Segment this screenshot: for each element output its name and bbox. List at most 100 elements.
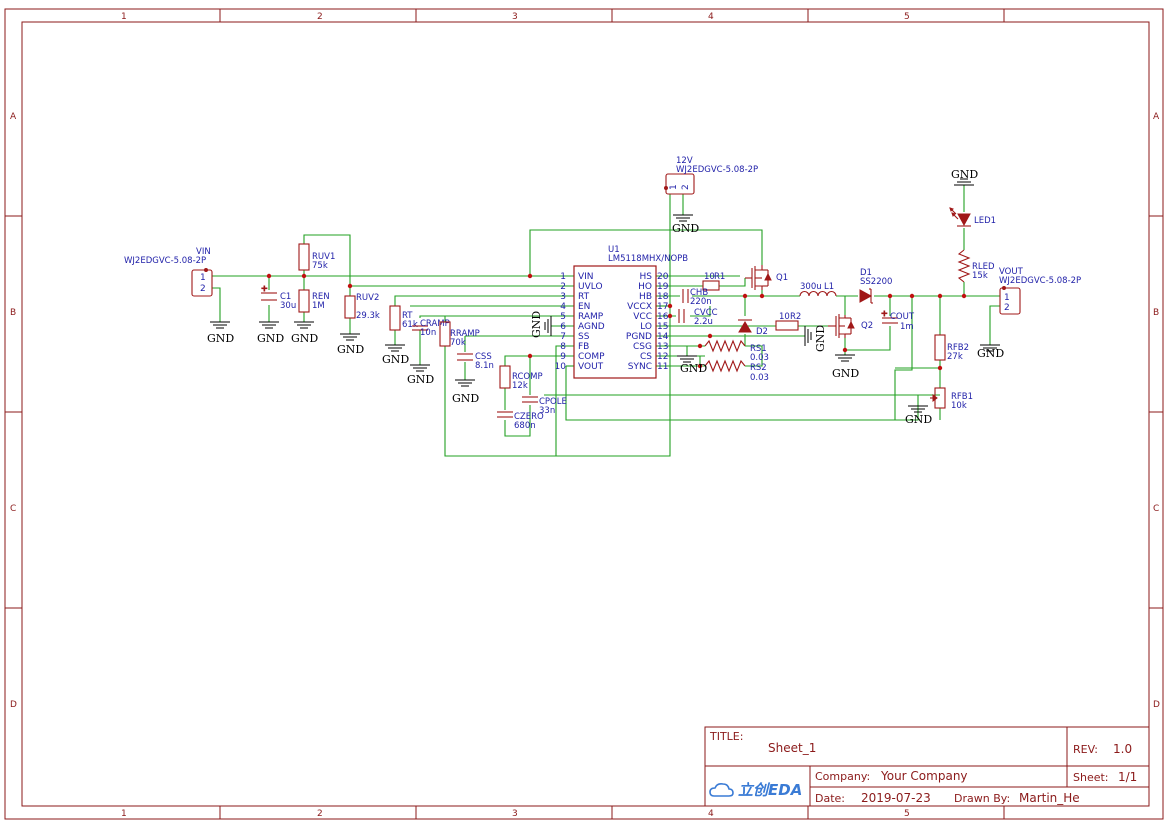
sheet-title: Sheet_1 [768, 741, 816, 755]
connector-vin: 1 2 VIN WJ2EDGVC-5.08-2P [124, 247, 213, 297]
col-label-top: 4 [708, 12, 714, 22]
svg-text:15: 15 [657, 322, 668, 332]
diode-d2: D2 [738, 319, 768, 337]
svg-text:RS2: RS2 [750, 363, 767, 373]
svg-text:1: 1 [560, 272, 566, 282]
svg-text:2: 2 [1004, 303, 1010, 313]
svg-text:VOUT: VOUT [578, 362, 604, 372]
drawn-by-value: Martin_He [1019, 791, 1080, 805]
svg-text:AGND: AGND [578, 322, 605, 332]
svg-text:3: 3 [560, 292, 566, 302]
svg-text:2: 2 [681, 184, 691, 190]
gnd-icon: GND [951, 168, 978, 186]
gnd-icon: GND [382, 344, 409, 366]
svg-text:19: 19 [657, 282, 669, 292]
svg-text:LO: LO [640, 322, 652, 332]
svg-text:GND: GND [905, 413, 932, 426]
svg-text:13: 13 [657, 342, 668, 352]
svg-text:GND: GND [832, 367, 859, 380]
sheet-value: 1/1 [1118, 770, 1137, 784]
col-label-bottom: 3 [512, 809, 518, 819]
connector-12v: 1 2 12V WJ2EDGVC-5.08-2P [664, 156, 758, 195]
gnd-icon: GND [672, 214, 699, 235]
svg-text:RUV2: RUV2 [356, 293, 379, 303]
gnd-icon: GND [257, 321, 284, 345]
drawn-by-label: Drawn By: [954, 792, 1010, 805]
svg-text:R2: R2 [790, 312, 801, 322]
svg-text:15k: 15k [972, 271, 988, 281]
svg-text:GND: GND [257, 332, 284, 345]
col-label-bottom: 4 [708, 809, 714, 819]
col-label-top: 3 [512, 12, 518, 22]
u1-pin-right: SYNC 11 [628, 362, 669, 372]
u1-pin-right: VCC 16 [633, 312, 668, 322]
sheet-label: Sheet: [1073, 771, 1109, 784]
company-label: Company: [815, 770, 870, 783]
svg-text:9: 9 [560, 352, 566, 362]
svg-text:GND: GND [207, 332, 234, 345]
svg-text:12: 12 [657, 352, 668, 362]
svg-text:SS: SS [578, 332, 590, 342]
svg-text:EN: EN [578, 302, 590, 312]
rev-label: REV: [1073, 743, 1098, 756]
svg-text:8: 8 [560, 342, 566, 352]
svg-text:75k: 75k [312, 261, 328, 271]
svg-text:10: 10 [779, 312, 790, 322]
mosfet-q2: Q2 [828, 314, 873, 338]
resistor-r2: 10 R2 [775, 312, 801, 331]
resistor-rs2: RS2 0.03 [704, 359, 769, 383]
row-label-left: A [10, 112, 17, 122]
gnd-icon: GND [407, 364, 434, 386]
col-label-top: 5 [904, 12, 910, 22]
row-label-left: D [10, 700, 17, 710]
potentiometer-rfb1: RFB1 10k [930, 387, 973, 411]
gnd-icon: GND [905, 405, 932, 426]
svg-text:7: 7 [560, 332, 566, 342]
svg-text:1: 1 [669, 184, 679, 190]
svg-text:COMP: COMP [578, 352, 605, 362]
svg-text:HB: HB [639, 292, 652, 302]
svg-text:GND: GND [977, 347, 1004, 360]
svg-text:CSG: CSG [633, 342, 652, 352]
polarity-plus-icon: + [881, 309, 888, 318]
svg-text:SS2200: SS2200 [860, 277, 892, 287]
svg-text:29.3k: 29.3k [356, 311, 380, 321]
svg-text:CS: CS [640, 352, 652, 362]
svg-text:30u: 30u [280, 301, 296, 311]
u1-left-pins: 1 VIN 2 UVLO 3 RT 4 EN 5 RAMP 6 AGND 7 SS 8 FB 9… [555, 272, 606, 372]
svg-text:GND: GND [951, 168, 978, 181]
svg-text:GND: GND [530, 311, 543, 338]
svg-text:D2: D2 [756, 327, 768, 337]
u1-pin-left: 2 UVLO [560, 282, 602, 292]
svg-text:20: 20 [657, 272, 669, 282]
svg-text:HO: HO [638, 282, 652, 292]
svg-text:680n: 680n [514, 421, 536, 431]
svg-text:1m: 1m [900, 322, 914, 332]
mosfet-q1: Q1 [745, 265, 788, 290]
capacitor-cout: + COUT 1m [881, 309, 915, 333]
title-block: TITLE: Sheet_1 REV: 1.0 Company: Your Co… [704, 726, 1150, 807]
capacitor-css: CSS 8.1n [457, 352, 494, 371]
title-label: TITLE: [709, 730, 743, 743]
svg-text:RT: RT [578, 292, 590, 302]
row-label-right: B [1153, 308, 1159, 318]
schematic-sheet: 1 2 3 4 5 1 2 3 4 5 A B C D A B C D U1 L… [4, 8, 1164, 820]
svg-text:5: 5 [560, 312, 566, 322]
col-label-bottom: 1 [121, 809, 127, 819]
svg-text:GND: GND [680, 362, 707, 375]
u1-pin-right: VCCX 17 [627, 302, 668, 312]
svg-text:10: 10 [555, 362, 567, 372]
svg-text:18: 18 [657, 292, 669, 302]
resistor-rcomp: RCOMP 12k [499, 365, 543, 391]
svg-text:1: 1 [200, 273, 206, 283]
svg-text:R1: R1 [714, 272, 725, 282]
svg-text:2: 2 [560, 282, 566, 292]
vout-part: WJ2EDGVC-5.08-2P [999, 276, 1081, 286]
drawing-frame [4, 8, 1164, 820]
svg-text:12k: 12k [512, 381, 528, 391]
svg-text:FB: FB [578, 342, 589, 352]
svg-text:1M: 1M [312, 301, 325, 311]
lceda-logo-icon: 立创EDA [709, 781, 802, 799]
capacitor-c1: + C1 30u [261, 284, 297, 312]
col-label-bottom: 2 [317, 809, 323, 819]
